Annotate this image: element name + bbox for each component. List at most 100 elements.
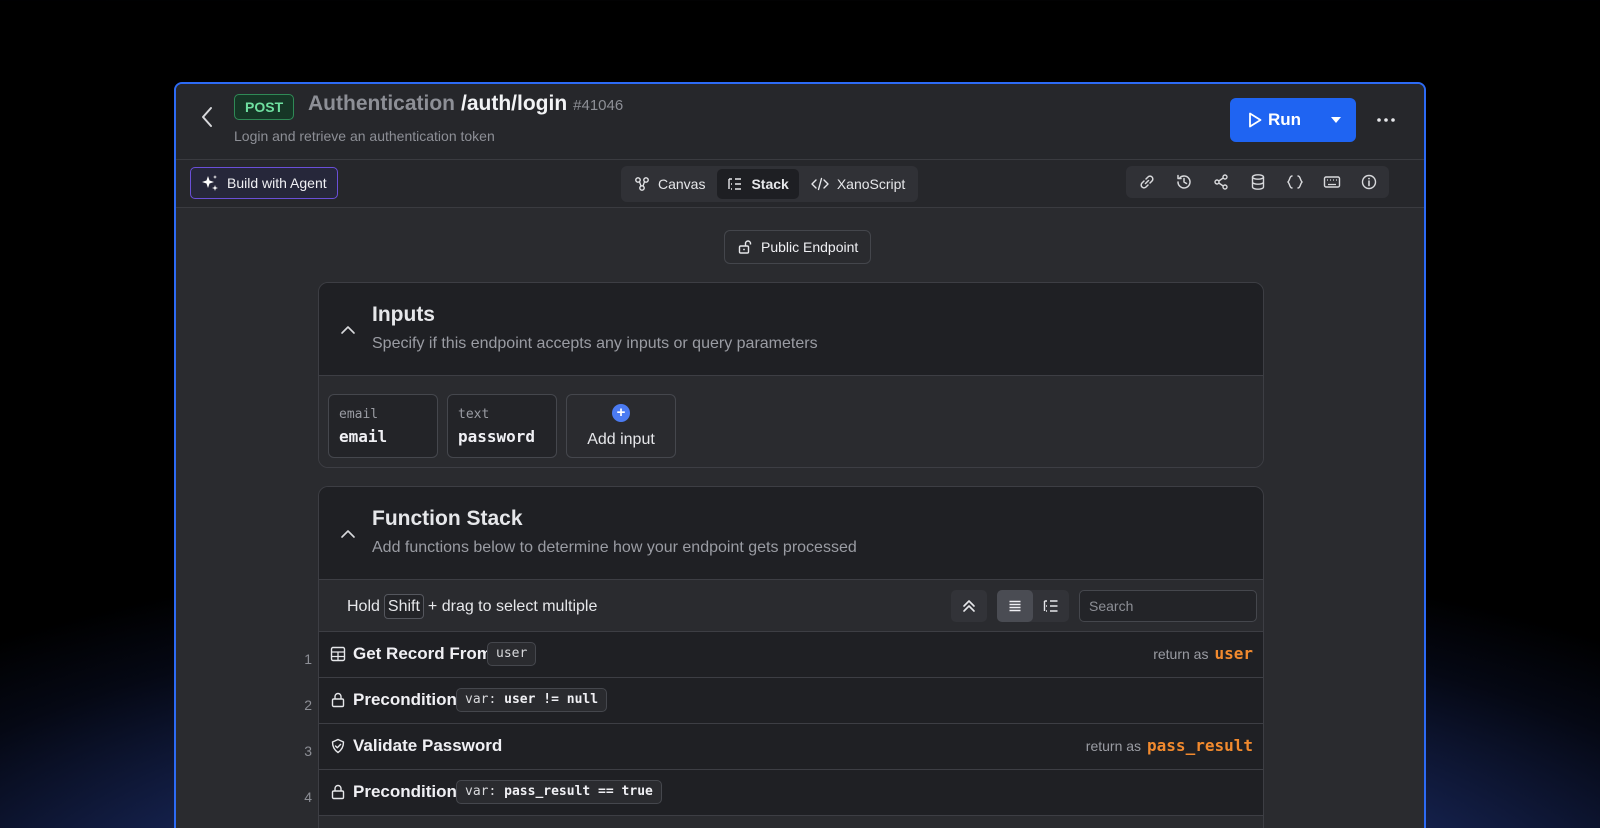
collapse-all-button[interactable] bbox=[951, 590, 987, 622]
public-endpoint-label: Public Endpoint bbox=[761, 239, 859, 255]
nested-view-button[interactable] bbox=[1033, 590, 1069, 622]
function-row[interactable]: Precondition var: user != null bbox=[319, 678, 1263, 724]
function-arg-tag: var: pass_result == true bbox=[456, 780, 662, 804]
endpoint-title: Authentication /auth/login #41046 bbox=[308, 92, 623, 116]
caret-down-icon bbox=[1331, 117, 1341, 123]
function-stack-title: Function Stack bbox=[372, 507, 523, 530]
info-button[interactable] bbox=[1350, 166, 1387, 198]
more-options-button[interactable] bbox=[1372, 106, 1400, 134]
json-button[interactable] bbox=[1276, 166, 1313, 198]
hint-prefix: Hold bbox=[347, 597, 380, 615]
run-button[interactable]: Run bbox=[1230, 98, 1316, 142]
line-number: 1 bbox=[304, 651, 312, 667]
run-options-dropdown[interactable] bbox=[1316, 98, 1356, 142]
return-variable[interactable]: pass_result bbox=[1147, 736, 1253, 755]
stack-icon bbox=[728, 178, 742, 190]
function-stack-section: Function Stack Add functions below to de… bbox=[318, 486, 1264, 828]
endpoint-id: #41046 bbox=[573, 97, 624, 114]
multi-select-hint: Hold Shift + drag to select multiple bbox=[347, 594, 597, 619]
history-icon bbox=[1176, 174, 1191, 189]
database-icon bbox=[1251, 174, 1264, 190]
return-variable[interactable]: user bbox=[1214, 644, 1253, 663]
build-with-agent-button[interactable]: Build with Agent bbox=[190, 167, 338, 199]
database-button[interactable] bbox=[1239, 166, 1276, 198]
var-prefix: var: bbox=[465, 784, 497, 799]
plus-circle-icon: + bbox=[612, 404, 630, 422]
api-group-name[interactable]: Authentication bbox=[308, 92, 455, 116]
tab-stack[interactable]: Stack bbox=[717, 169, 799, 199]
line-number: 2 bbox=[304, 697, 312, 713]
link-button[interactable] bbox=[1128, 166, 1165, 198]
function-stack-description: Add functions below to determine how you… bbox=[372, 539, 857, 556]
run-label: Run bbox=[1268, 110, 1302, 129]
input-password[interactable]: text password bbox=[447, 394, 557, 458]
info-icon bbox=[1361, 174, 1376, 190]
tab-canvas-label: Canvas bbox=[658, 176, 706, 192]
input-name: password bbox=[458, 427, 536, 446]
canvas-icon bbox=[635, 177, 649, 191]
public-endpoint-button[interactable]: Public Endpoint bbox=[724, 230, 872, 264]
add-input-button[interactable]: + Add input bbox=[566, 394, 676, 458]
tab-xanoscript-label: XanoScript bbox=[836, 176, 906, 192]
table-icon bbox=[329, 645, 347, 663]
inputs-collapse-button[interactable] bbox=[337, 319, 359, 341]
function-row[interactable]: Get Record From user return as user bbox=[319, 632, 1263, 678]
compact-view-button[interactable] bbox=[997, 590, 1033, 622]
sparkle-icon bbox=[202, 175, 218, 191]
code-icon bbox=[811, 177, 829, 191]
function-stack-controls: Hold Shift + drag to select multiple bbox=[319, 580, 1263, 632]
link-icon bbox=[1139, 175, 1154, 189]
endpoint-editor-window: POST Authentication /auth/login #41046 L… bbox=[174, 82, 1426, 828]
tab-xanoscript[interactable]: XanoScript bbox=[801, 169, 915, 199]
function-title: Precondition bbox=[353, 690, 457, 709]
view-mode-tabs: Canvas Stack XanoScript bbox=[621, 166, 919, 202]
inputs-header: Inputs Specify if this endpoint accepts … bbox=[319, 283, 1263, 376]
tab-stack-label: Stack bbox=[751, 176, 789, 192]
function-arg-tag: var: user != null bbox=[456, 688, 608, 712]
function-stack-collapse-button[interactable] bbox=[337, 523, 359, 545]
input-type: text bbox=[458, 407, 490, 422]
line-number: 3 bbox=[304, 743, 312, 759]
add-input-label: Add input bbox=[587, 431, 655, 448]
inputs-title: Inputs bbox=[372, 303, 435, 326]
tab-canvas[interactable]: Canvas bbox=[624, 169, 715, 199]
unlock-icon bbox=[738, 240, 752, 254]
input-name: email bbox=[339, 427, 388, 446]
history-button[interactable] bbox=[1165, 166, 1202, 198]
share-icon bbox=[1213, 174, 1228, 190]
endpoint-path: /auth/login bbox=[461, 92, 568, 115]
editor-toolbar: Build with Agent Canvas Stack XanoScript bbox=[176, 160, 1424, 208]
toolbar-icon-group bbox=[1126, 166, 1389, 198]
endpoint-header: POST Authentication /auth/login #41046 L… bbox=[176, 84, 1424, 160]
list-tree-icon bbox=[1043, 600, 1058, 612]
condition-expression: pass_result == true bbox=[504, 784, 653, 799]
function-row[interactable]: Precondition var: pass_result == true bbox=[319, 770, 1263, 816]
play-icon bbox=[1249, 112, 1262, 128]
hint-suffix: + drag to select multiple bbox=[427, 597, 598, 615]
keyboard-button[interactable] bbox=[1313, 166, 1350, 198]
share-button[interactable] bbox=[1202, 166, 1239, 198]
function-search-input[interactable] bbox=[1079, 590, 1257, 622]
lock-icon bbox=[329, 691, 347, 709]
return-label: return as bbox=[1153, 646, 1209, 662]
condition-expression: user != null bbox=[504, 692, 599, 707]
function-arg-tag: user bbox=[487, 642, 537, 666]
keyboard-icon bbox=[1323, 176, 1340, 188]
shift-key-badge: Shift bbox=[383, 594, 424, 619]
line-numbers: 1 2 3 4 bbox=[294, 635, 312, 819]
input-email[interactable]: email email bbox=[328, 394, 438, 458]
back-button[interactable] bbox=[194, 104, 220, 130]
chevron-up-icon bbox=[341, 326, 355, 334]
inputs-description: Specify if this endpoint accepts any inp… bbox=[372, 335, 818, 352]
align-justify-icon bbox=[1009, 600, 1021, 612]
endpoint-description: Login and retrieve an authentication tok… bbox=[234, 128, 495, 144]
inputs-list: email email text password + Add input bbox=[319, 376, 1263, 467]
run-button-group: Run bbox=[1230, 98, 1356, 142]
editor-content: Public Endpoint Inputs Specify if this e… bbox=[176, 208, 1424, 828]
return-label: return as bbox=[1085, 738, 1142, 754]
chevrons-up-icon bbox=[963, 600, 975, 612]
method-badge: POST bbox=[234, 94, 295, 120]
function-title: Precondition bbox=[353, 782, 457, 801]
function-row[interactable]: Validate Password return as pass_result bbox=[319, 724, 1263, 770]
function-title: Get Record From bbox=[353, 644, 492, 663]
